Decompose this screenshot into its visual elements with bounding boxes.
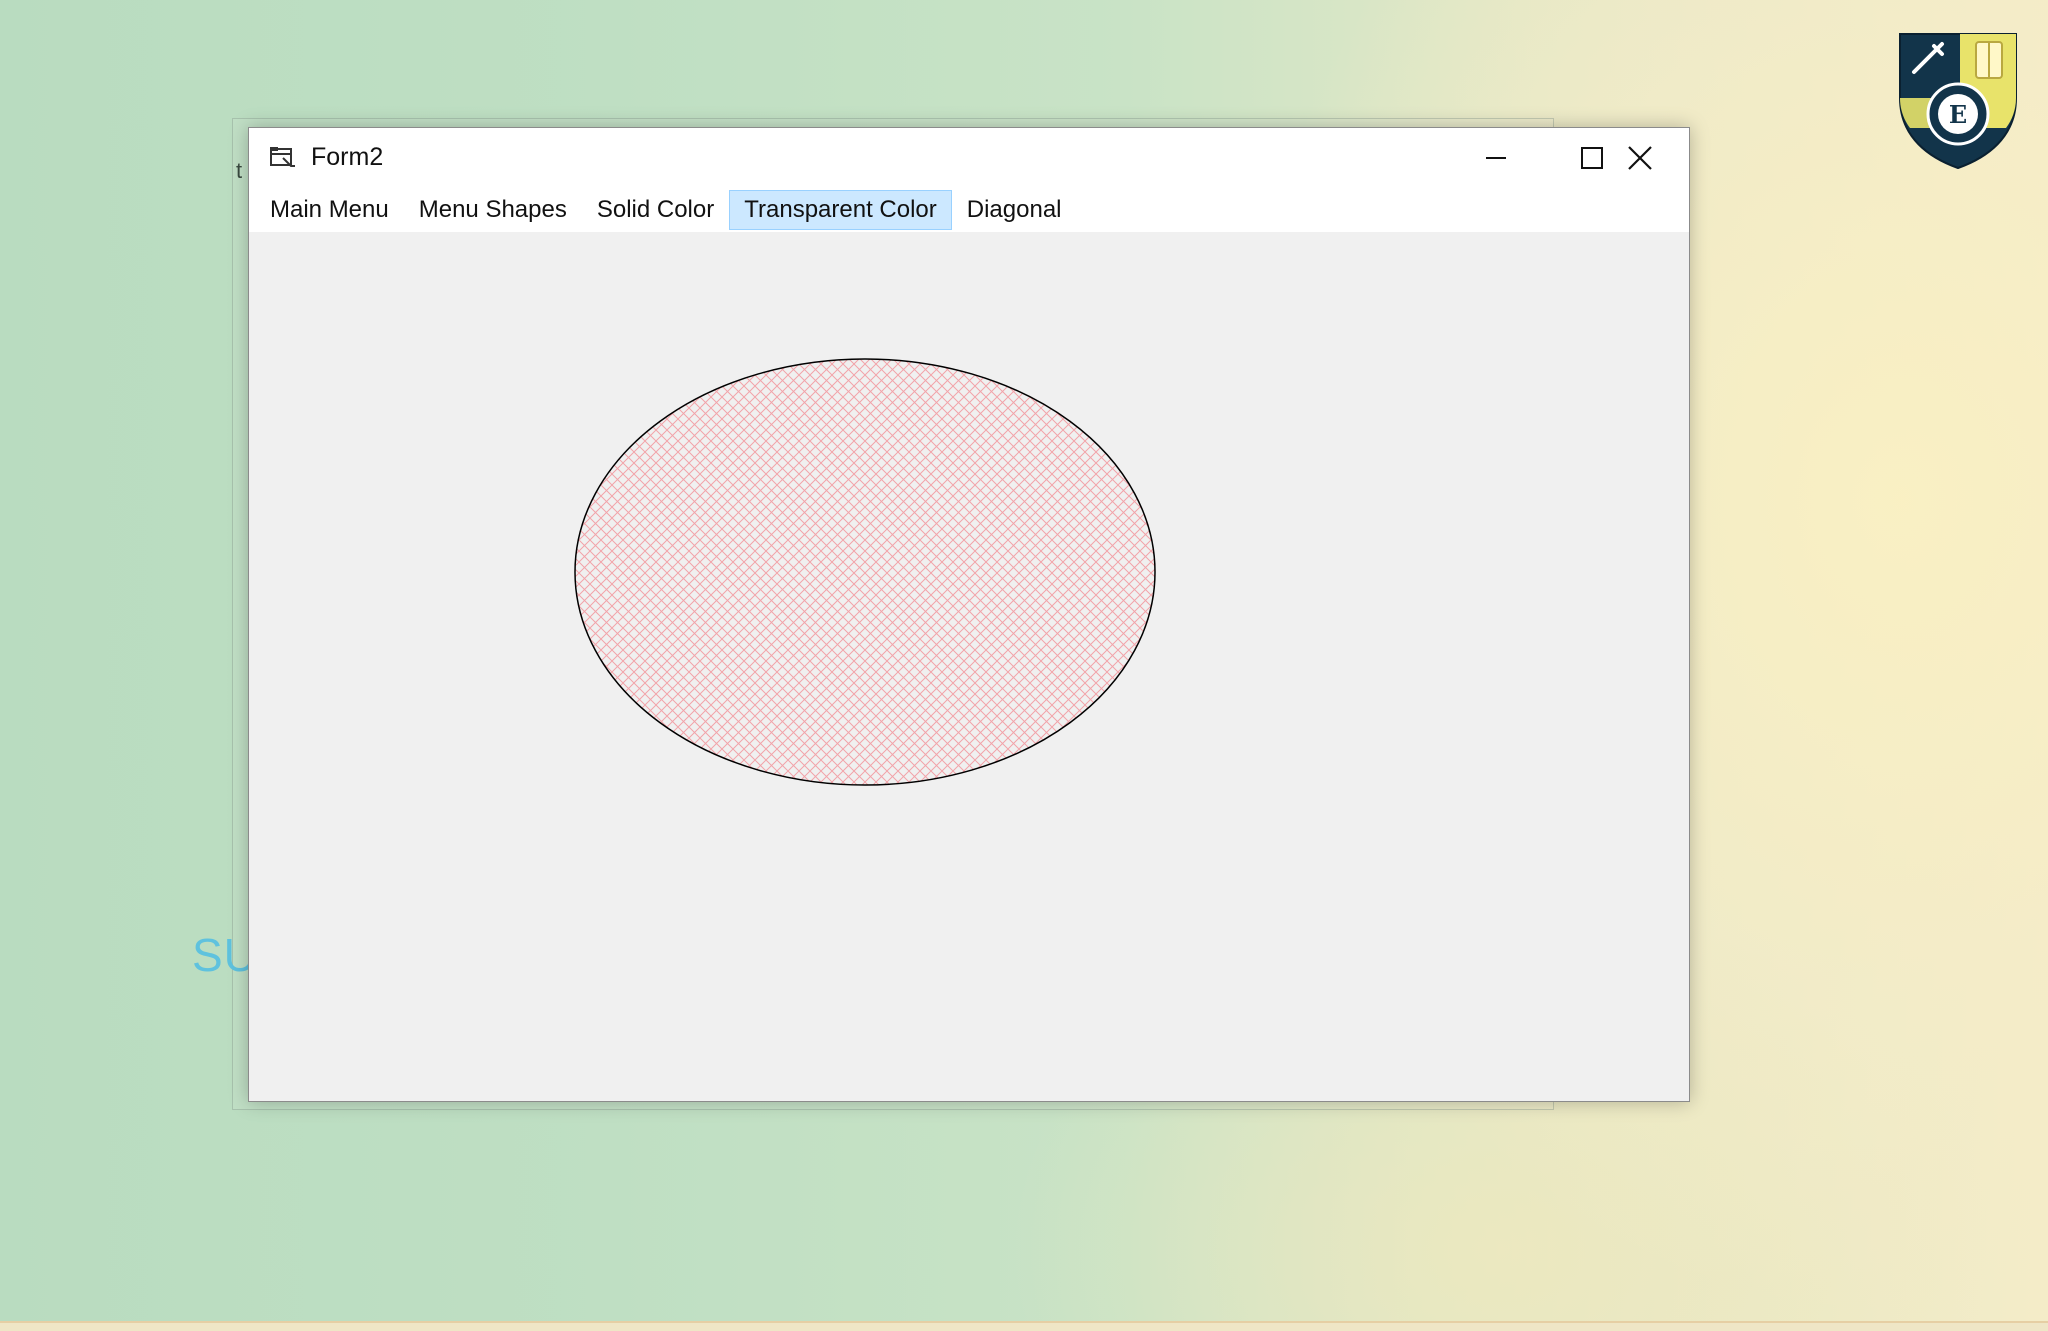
application-window-icon bbox=[270, 147, 295, 167]
background-partial-letter: t bbox=[236, 158, 243, 183]
close-icon bbox=[1628, 145, 1652, 170]
background-bottom-stripe bbox=[0, 1321, 2048, 1331]
svg-text:E: E bbox=[1949, 100, 1967, 129]
hatched-ellipse bbox=[574, 358, 1156, 786]
minimize-icon bbox=[1486, 156, 1506, 159]
form2-window: Form2 Main Menu Menu Shapes Solid Color … bbox=[248, 127, 1690, 1102]
menu-item-diagonal[interactable]: Diagonal bbox=[952, 190, 1077, 230]
menu-item-solid-color[interactable]: Solid Color bbox=[582, 190, 729, 230]
form-client-area bbox=[249, 232, 1689, 1101]
drawing-canvas bbox=[574, 358, 1156, 786]
school-crest-logo: E bbox=[1899, 33, 2017, 170]
menu-item-transparent-color[interactable]: Transparent Color bbox=[729, 189, 952, 230]
menu-item-main-menu[interactable]: Main Menu bbox=[255, 190, 404, 230]
minimize-button[interactable] bbox=[1448, 128, 1544, 187]
window-title: Form2 bbox=[311, 143, 384, 171]
title-bar[interactable]: Form2 bbox=[249, 128, 1689, 187]
close-button[interactable] bbox=[1591, 128, 1689, 187]
menu-item-menu-shapes[interactable]: Menu Shapes bbox=[404, 190, 582, 230]
menu-bar: Main Menu Menu Shapes Solid Color Transp… bbox=[249, 187, 1689, 232]
